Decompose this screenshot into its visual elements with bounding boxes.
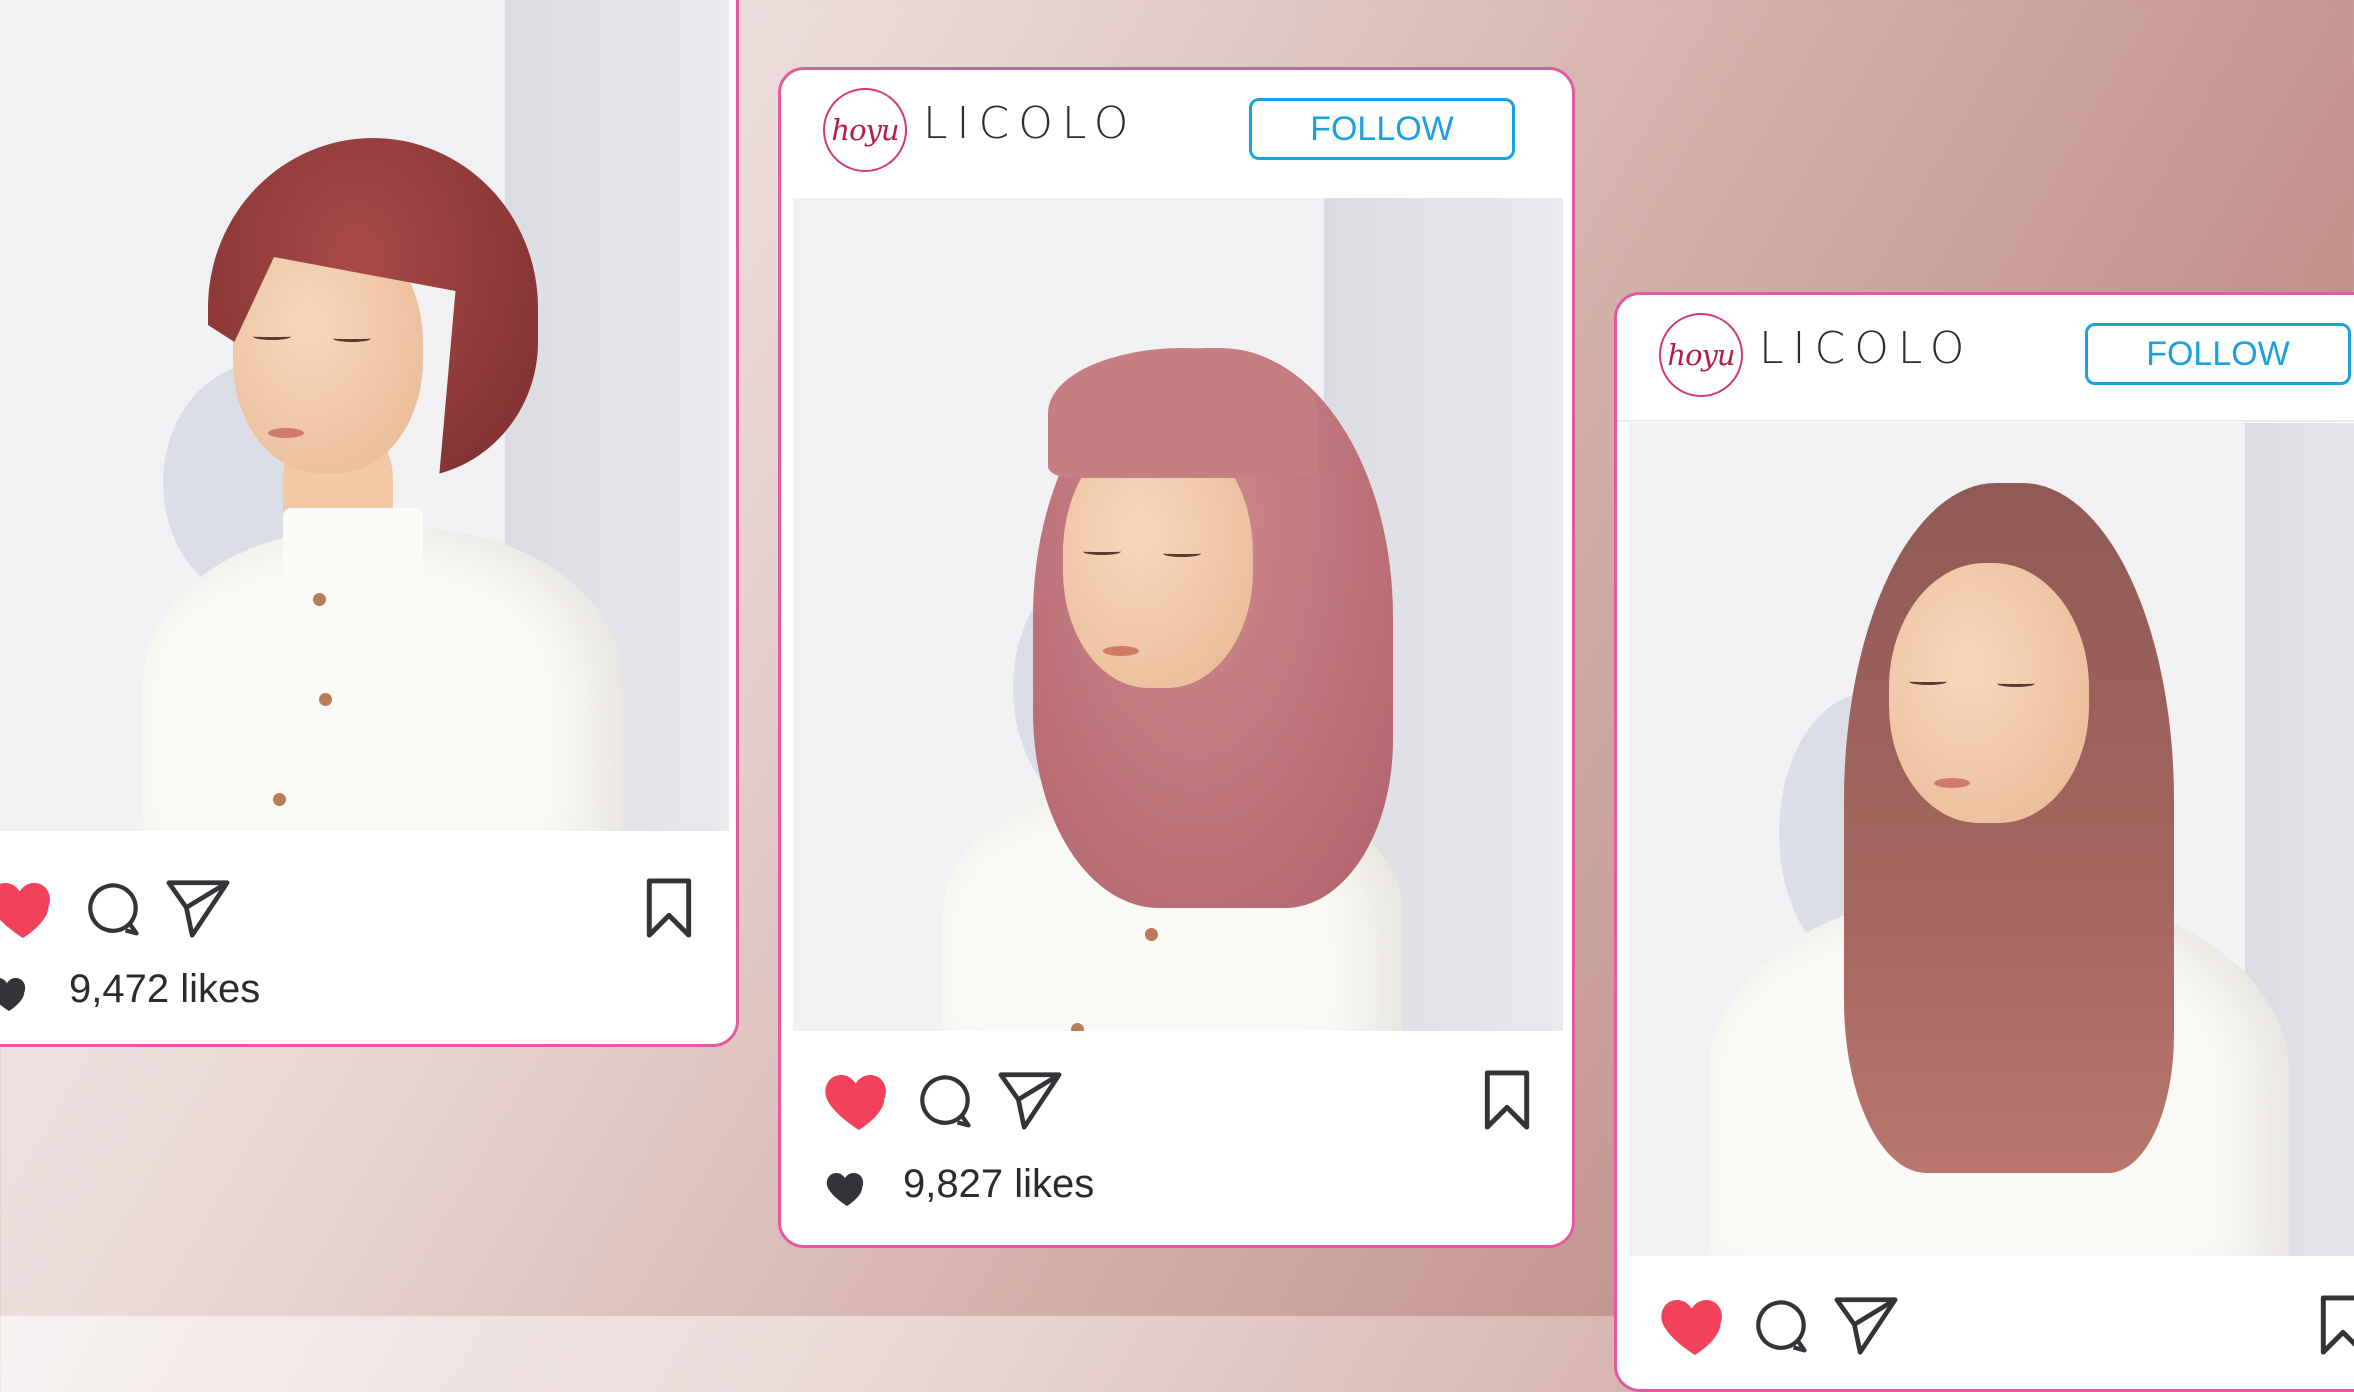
comment-icon[interactable] <box>81 876 145 940</box>
post-actions <box>0 868 736 958</box>
comment-icon[interactable] <box>1749 1293 1813 1357</box>
brand-name[interactable]: LICOLO <box>923 98 1137 149</box>
bookmark-icon[interactable] <box>1481 1068 1533 1132</box>
comment-icon[interactable] <box>913 1068 977 1132</box>
likes-heart-icon <box>826 1173 864 1206</box>
share-icon[interactable] <box>995 1066 1065 1136</box>
likes-count: 9,827 likes <box>903 1162 1095 1206</box>
likes-count: 9,472 likes <box>69 967 261 1011</box>
post-card-right: hoyu LICOLO FOLLOW <box>1614 292 2354 1392</box>
likes-row: 9,472 likes <box>0 963 736 1023</box>
bookmark-icon[interactable] <box>2317 1293 2354 1357</box>
post-header: hoyu LICOLO FOLLOW <box>1617 295 2354 422</box>
heart-filled-icon[interactable] <box>0 868 63 948</box>
post-photo[interactable] <box>0 0 729 831</box>
likes-heart-icon <box>0 978 26 1011</box>
follow-button[interactable]: FOLLOW <box>1249 98 1515 160</box>
heart-filled-icon[interactable] <box>1655 1285 1735 1365</box>
share-icon[interactable] <box>163 874 233 944</box>
post-photo[interactable] <box>793 198 1563 1031</box>
brand-logo[interactable]: hoyu <box>1659 313 1743 397</box>
post-card-left: 9,472 likes <box>0 0 739 1047</box>
post-photo[interactable] <box>1629 423 2354 1256</box>
post-actions <box>781 1060 1572 1150</box>
follow-button[interactable]: FOLLOW <box>2085 323 2351 385</box>
post-header: hoyu LICOLO FOLLOW <box>781 70 1572 195</box>
heart-filled-icon[interactable] <box>819 1060 899 1140</box>
bookmark-icon[interactable] <box>643 876 695 940</box>
post-card-middle: hoyu LICOLO FOLLOW 9,827 likes <box>778 67 1575 1248</box>
post-actions <box>1617 1285 2354 1375</box>
share-icon[interactable] <box>1831 1291 1901 1361</box>
brand-name[interactable]: LICOLO <box>1759 323 1973 374</box>
likes-row: 9,827 likes <box>781 1158 1572 1218</box>
brand-logo[interactable]: hoyu <box>823 88 907 172</box>
